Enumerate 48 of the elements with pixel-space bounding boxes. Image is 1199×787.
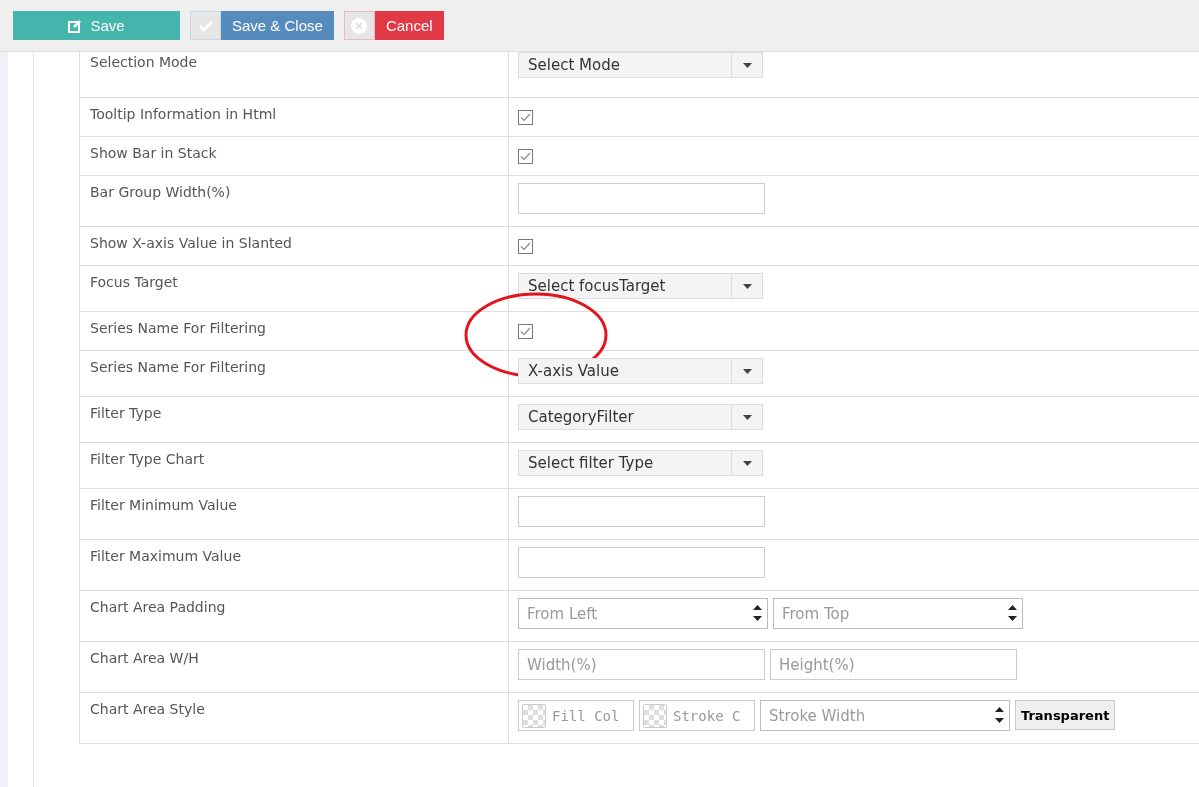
field-label: Chart Area Padding bbox=[90, 599, 226, 615]
input-field[interactable] bbox=[518, 496, 765, 527]
caret-icon bbox=[742, 414, 752, 420]
field-label: Series Name For Filtering bbox=[90, 320, 266, 336]
caret-icon bbox=[742, 460, 752, 466]
save-close-button[interactable]: Save & Close bbox=[221, 11, 334, 40]
spinner-icon bbox=[753, 603, 762, 623]
spinner-icon bbox=[995, 705, 1004, 725]
field-label: Filter Minimum Value bbox=[90, 497, 237, 513]
field-label: Tooltip Information in Html bbox=[90, 106, 277, 122]
field-label: Chart Area Style bbox=[90, 701, 205, 717]
select-dropdown[interactable]: X-axis Value bbox=[518, 358, 763, 384]
caret-icon bbox=[742, 368, 752, 374]
input-field[interactable]: Height(%) bbox=[770, 649, 1017, 680]
field-label: Filter Maximum Value bbox=[90, 548, 241, 564]
checkbox[interactable] bbox=[518, 239, 533, 254]
field-label: Selection Mode bbox=[90, 54, 198, 70]
number-field[interactable]: Stroke Width bbox=[760, 700, 1010, 731]
checker-icon bbox=[522, 704, 546, 728]
check-icon bbox=[190, 11, 221, 40]
close-icon bbox=[343, 11, 375, 40]
cancel-button[interactable]: Cancel bbox=[374, 11, 444, 40]
select-dropdown[interactable]: Select filter Type bbox=[518, 450, 763, 476]
field-label: Show Bar in Stack bbox=[90, 145, 217, 161]
checkbox[interactable] bbox=[518, 324, 533, 339]
transparent-button[interactable]: Transparent bbox=[1015, 700, 1116, 730]
select-dropdown[interactable]: Select focusTarget bbox=[518, 273, 763, 299]
field-label: Filter Type Chart bbox=[90, 451, 205, 467]
edit-icon bbox=[68, 18, 83, 33]
caret-icon bbox=[742, 62, 752, 68]
spinner-icon bbox=[1008, 603, 1017, 623]
field-label: Focus Target bbox=[90, 274, 178, 290]
field-label: Show X-axis Value in Slanted bbox=[90, 235, 292, 251]
field-label: Filter Type bbox=[90, 405, 162, 421]
checkbox[interactable] bbox=[518, 110, 533, 125]
input-field[interactable] bbox=[518, 183, 765, 214]
checker-icon bbox=[643, 704, 667, 728]
caret-icon bbox=[742, 283, 752, 289]
number-field[interactable]: From Top bbox=[773, 598, 1023, 629]
input-field[interactable]: Width(%) bbox=[518, 649, 765, 680]
field-label: Bar Group Width(%) bbox=[90, 184, 231, 200]
field-label: Series Name For Filtering bbox=[90, 359, 266, 375]
select-dropdown[interactable]: Select Mode bbox=[518, 52, 763, 78]
checkbox[interactable] bbox=[518, 149, 533, 164]
input-field[interactable] bbox=[518, 547, 765, 578]
number-field[interactable]: From Left bbox=[518, 598, 768, 629]
select-dropdown[interactable]: CategoryFilter bbox=[518, 404, 763, 430]
field-label: Chart Area W/H bbox=[90, 650, 199, 666]
